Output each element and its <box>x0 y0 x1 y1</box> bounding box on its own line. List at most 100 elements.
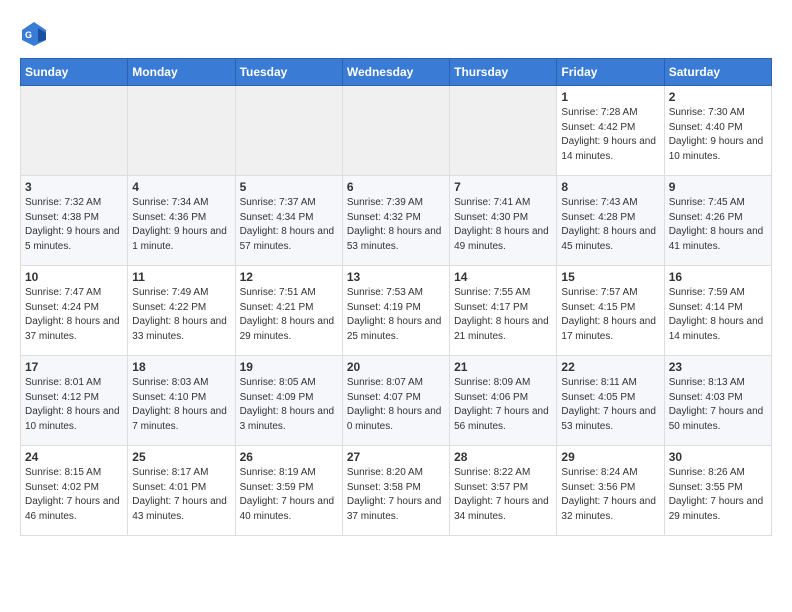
day-number: 25 <box>132 450 230 464</box>
calendar-cell: 21 Sunrise: 8:09 AM Sunset: 4:06 PM Dayli… <box>450 356 557 446</box>
logo: G <box>20 20 52 48</box>
day-detail: Sunrise: 7:32 AM Sunset: 4:38 PM Dayligh… <box>25 197 120 252</box>
day-number: 18 <box>132 360 230 374</box>
calendar-cell: 7 Sunrise: 7:41 AM Sunset: 4:30 PM Daylig… <box>450 176 557 266</box>
calendar-cell: 26 Sunrise: 8:19 AM Sunset: 3:59 PM Dayli… <box>235 446 342 536</box>
calendar-cell <box>450 86 557 176</box>
calendar-cell: 23 Sunrise: 8:13 AM Sunset: 4:03 PM Dayli… <box>664 356 771 446</box>
calendar-cell: 28Sunrise: 8:22 AM Sunset: 3:57 PM Dayli… <box>450 446 557 536</box>
day-detail: Sunrise: 7:41 AM Sunset: 4:30 PM Dayligh… <box>454 197 549 252</box>
day-detail: Sunrise: 7:37 AM Sunset: 4:34 PM Dayligh… <box>240 197 335 252</box>
calendar-cell: 27Sunrise: 8:20 AM Sunset: 3:58 PM Dayli… <box>342 446 449 536</box>
day-number: 16 <box>669 270 767 284</box>
calendar-cell <box>21 86 128 176</box>
day-detail: Sunrise: 7:45 AM Sunset: 4:26 PM Dayligh… <box>669 197 764 252</box>
day-number: 28 <box>454 450 552 464</box>
day-number: 24 <box>25 450 123 464</box>
day-number: 9 <box>669 180 767 194</box>
calendar-cell: 17 Sunrise: 8:01 AM Sunset: 4:12 PM Dayli… <box>21 356 128 446</box>
day-detail: Sunrise: 7:34 AM Sunset: 4:36 PM Dayligh… <box>132 197 227 252</box>
day-number: 11 <box>132 270 230 284</box>
calendar-cell: 15 Sunrise: 7:57 AM Sunset: 4:15 PM Dayli… <box>557 266 664 356</box>
day-number: 15 <box>561 270 659 284</box>
calendar-cell: 10 Sunrise: 7:47 AM Sunset: 4:24 PM Dayli… <box>21 266 128 356</box>
day-detail: Sunrise: 7:51 AM Sunset: 4:21 PM Dayligh… <box>240 287 335 342</box>
day-number: 20 <box>347 360 445 374</box>
calendar-table: SundayMondayTuesdayWednesdayThursdayFrid… <box>20 58 772 536</box>
calendar-cell: 2 Sunrise: 7:30 AM Sunset: 4:40 PM Daylig… <box>664 86 771 176</box>
calendar-cell: 29 Sunrise: 8:24 AM Sunset: 3:56 PM Dayli… <box>557 446 664 536</box>
day-detail: Sunrise: 7:55 AM Sunset: 4:17 PM Dayligh… <box>454 287 549 342</box>
day-number: 4 <box>132 180 230 194</box>
day-detail: Sunrise: 8:03 AM Sunset: 4:10 PM Dayligh… <box>132 377 227 432</box>
calendar-cell: 11 Sunrise: 7:49 AM Sunset: 4:22 PM Dayli… <box>128 266 235 356</box>
day-detail: Sunrise: 8:01 AM Sunset: 4:12 PM Dayligh… <box>25 377 120 432</box>
day-number: 17 <box>25 360 123 374</box>
day-number: 10 <box>25 270 123 284</box>
day-detail: Sunrise: 7:47 AM Sunset: 4:24 PM Dayligh… <box>25 287 120 342</box>
day-detail: Sunrise: 7:57 AM Sunset: 4:15 PM Dayligh… <box>561 287 656 342</box>
day-number: 30 <box>669 450 767 464</box>
calendar-cell: 8Sunrise: 7:43 AM Sunset: 4:28 PM Daylig… <box>557 176 664 266</box>
day-number: 23 <box>669 360 767 374</box>
calendar-cell: 12Sunrise: 7:51 AM Sunset: 4:21 PM Dayli… <box>235 266 342 356</box>
day-number: 13 <box>347 270 445 284</box>
day-number: 19 <box>240 360 338 374</box>
page-header: G <box>20 20 772 48</box>
day-of-week-header: Thursday <box>450 59 557 86</box>
day-of-week-header: Sunday <box>21 59 128 86</box>
day-detail: Sunrise: 8:20 AM Sunset: 3:58 PM Dayligh… <box>347 467 442 522</box>
day-detail: Sunrise: 7:59 AM Sunset: 4:14 PM Dayligh… <box>669 287 764 342</box>
day-detail: Sunrise: 7:53 AM Sunset: 4:19 PM Dayligh… <box>347 287 442 342</box>
svg-text:G: G <box>25 30 32 40</box>
day-detail: Sunrise: 8:17 AM Sunset: 4:01 PM Dayligh… <box>132 467 227 522</box>
day-of-week-header: Wednesday <box>342 59 449 86</box>
day-number: 7 <box>454 180 552 194</box>
day-of-week-header: Friday <box>557 59 664 86</box>
calendar-cell <box>342 86 449 176</box>
calendar-cell: 3 Sunrise: 7:32 AM Sunset: 4:38 PM Daylig… <box>21 176 128 266</box>
calendar-cell: 9 Sunrise: 7:45 AM Sunset: 4:26 PM Daylig… <box>664 176 771 266</box>
calendar-cell: 6 Sunrise: 7:39 AM Sunset: 4:32 PM Daylig… <box>342 176 449 266</box>
day-detail: Sunrise: 7:39 AM Sunset: 4:32 PM Dayligh… <box>347 197 442 252</box>
logo-icon: G <box>20 20 48 48</box>
day-number: 26 <box>240 450 338 464</box>
calendar-cell: 1Sunrise: 7:28 AM Sunset: 4:42 PM Daylig… <box>557 86 664 176</box>
day-detail: Sunrise: 8:26 AM Sunset: 3:55 PM Dayligh… <box>669 467 764 522</box>
day-detail: Sunrise: 8:15 AM Sunset: 4:02 PM Dayligh… <box>25 467 120 522</box>
day-number: 22 <box>561 360 659 374</box>
day-detail: Sunrise: 8:24 AM Sunset: 3:56 PM Dayligh… <box>561 467 656 522</box>
calendar-cell: 13 Sunrise: 7:53 AM Sunset: 4:19 PM Dayli… <box>342 266 449 356</box>
day-number: 6 <box>347 180 445 194</box>
calendar-cell: 20 Sunrise: 8:07 AM Sunset: 4:07 PM Dayli… <box>342 356 449 446</box>
day-detail: Sunrise: 8:13 AM Sunset: 4:03 PM Dayligh… <box>669 377 764 432</box>
calendar-cell <box>128 86 235 176</box>
calendar-cell: 14 Sunrise: 7:55 AM Sunset: 4:17 PM Dayli… <box>450 266 557 356</box>
calendar-cell <box>235 86 342 176</box>
calendar-cell: 5 Sunrise: 7:37 AM Sunset: 4:34 PM Daylig… <box>235 176 342 266</box>
calendar-cell: 30 Sunrise: 8:26 AM Sunset: 3:55 PM Dayli… <box>664 446 771 536</box>
day-of-week-header: Saturday <box>664 59 771 86</box>
day-detail: Sunrise: 8:09 AM Sunset: 4:06 PM Dayligh… <box>454 377 549 432</box>
calendar-cell: 22 Sunrise: 8:11 AM Sunset: 4:05 PM Dayli… <box>557 356 664 446</box>
day-number: 21 <box>454 360 552 374</box>
day-number: 2 <box>669 90 767 104</box>
day-detail: Sunrise: 7:49 AM Sunset: 4:22 PM Dayligh… <box>132 287 227 342</box>
day-number: 29 <box>561 450 659 464</box>
day-detail: Sunrise: 8:05 AM Sunset: 4:09 PM Dayligh… <box>240 377 335 432</box>
day-detail: Sunrise: 7:43 AM Sunset: 4:28 PM Dayligh… <box>561 197 656 252</box>
day-detail: Sunrise: 8:07 AM Sunset: 4:07 PM Dayligh… <box>347 377 442 432</box>
day-detail: Sunrise: 7:30 AM Sunset: 4:40 PM Dayligh… <box>669 107 764 162</box>
calendar-cell: 24 Sunrise: 8:15 AM Sunset: 4:02 PM Dayli… <box>21 446 128 536</box>
day-number: 14 <box>454 270 552 284</box>
calendar-cell: 19 Sunrise: 8:05 AM Sunset: 4:09 PM Dayli… <box>235 356 342 446</box>
calendar-cell: 4 Sunrise: 7:34 AM Sunset: 4:36 PM Daylig… <box>128 176 235 266</box>
day-number: 3 <box>25 180 123 194</box>
day-of-week-header: Tuesday <box>235 59 342 86</box>
day-number: 5 <box>240 180 338 194</box>
calendar-cell: 25 Sunrise: 8:17 AM Sunset: 4:01 PM Dayli… <box>128 446 235 536</box>
day-detail: Sunrise: 8:11 AM Sunset: 4:05 PM Dayligh… <box>561 377 656 432</box>
calendar-cell: 16 Sunrise: 7:59 AM Sunset: 4:14 PM Dayli… <box>664 266 771 356</box>
day-of-week-header: Monday <box>128 59 235 86</box>
day-detail: Sunrise: 8:19 AM Sunset: 3:59 PM Dayligh… <box>240 467 335 522</box>
